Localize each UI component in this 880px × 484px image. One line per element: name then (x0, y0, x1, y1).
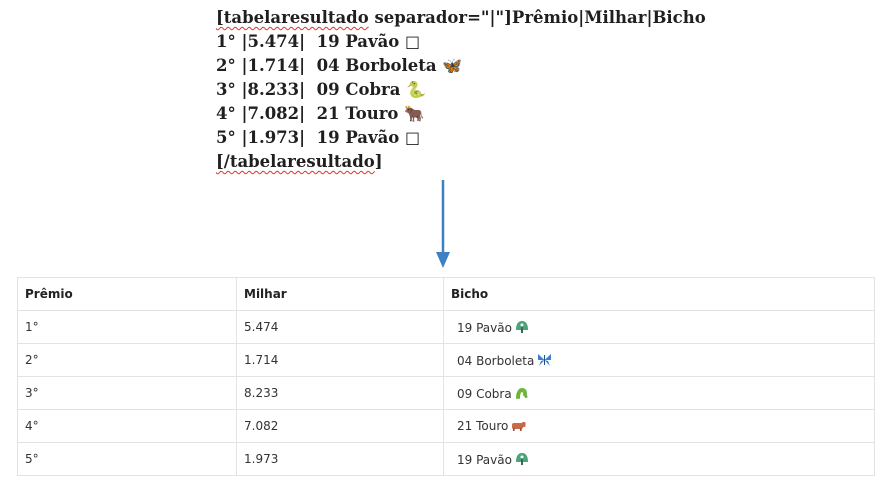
header-premio: Prêmio (17, 277, 237, 311)
cell-bicho: 19 Pavão (443, 310, 875, 344)
shortcode-editor[interactable]: [tabelaresultado separador="|"]Prêmio|Mi… (216, 6, 706, 174)
shortcode-row: 2° |1.714| 04 Borboleta 🦋 (216, 56, 463, 75)
butterfly-icon (538, 353, 552, 366)
cell-bicho: 09 Cobra (443, 376, 875, 410)
arrow-down-icon (436, 180, 450, 268)
missing-glyph-icon: □ (405, 128, 421, 147)
shortcode-open-line: [tabelaresultado separador="|"]Prêmio|Mi… (216, 6, 706, 30)
bull-emoji-icon: 🐂 (404, 104, 425, 123)
missing-glyph-icon: □ (405, 32, 421, 51)
cell-milhar: 8.233 (236, 376, 444, 410)
bull-icon (512, 422, 526, 431)
table-header-row: Prêmio Milhar Bicho (17, 277, 875, 311)
cell-milhar: 1.973 (236, 442, 444, 476)
cell-milhar: 5.474 (236, 310, 444, 344)
cell-bicho: 04 Borboleta (443, 343, 875, 377)
cell-milhar: 1.714 (236, 343, 444, 377)
table-row: 1° 5.474 19 Pavão (17, 310, 875, 344)
header-milhar: Milhar (236, 277, 444, 311)
cell-bicho: 19 Pavão (443, 442, 875, 476)
peacock-icon (515, 320, 528, 333)
butterfly-emoji-icon: 🦋 (442, 56, 463, 75)
cell-premio: 4° (17, 409, 237, 443)
snake-emoji-icon: 🐍 (406, 80, 427, 99)
shortcode-row: 5° |1.973| 19 Pavão □ (216, 128, 421, 147)
snake-icon (515, 387, 528, 399)
cell-milhar: 7.082 (236, 409, 444, 443)
header-bicho: Bicho (443, 277, 875, 311)
table-row: 4° 7.082 21 Touro (17, 409, 875, 443)
table-row: 5° 1.973 19 Pavão (17, 442, 875, 476)
shortcode-close-line: [/tabelaresultado] (216, 152, 383, 171)
cell-bicho: 21 Touro (443, 409, 875, 443)
shortcode-open-attributes: separador="|"]Prêmio|Milhar|Bicho (368, 8, 706, 27)
cell-premio: 3° (17, 376, 237, 410)
shortcode-open-tag: [tabelaresultado (216, 8, 369, 27)
result-table: Prêmio Milhar Bicho 1° 5.474 19 Pavão 2°… (17, 277, 875, 476)
shortcode-row: 1° |5.474| 19 Pavão □ (216, 32, 421, 51)
shortcode-row: 4° |7.082| 21 Touro 🐂 (216, 104, 425, 123)
table-row: 3° 8.233 09 Cobra (17, 376, 875, 410)
cell-premio: 1° (17, 310, 237, 344)
peacock-icon (515, 452, 528, 465)
cell-premio: 2° (17, 343, 237, 377)
shortcode-row: 3° |8.233| 09 Cobra 🐍 (216, 80, 427, 99)
table-row: 2° 1.714 04 Borboleta (17, 343, 875, 377)
cell-premio: 5° (17, 442, 237, 476)
shortcode-close-tag: [/tabelaresultado (216, 152, 375, 171)
